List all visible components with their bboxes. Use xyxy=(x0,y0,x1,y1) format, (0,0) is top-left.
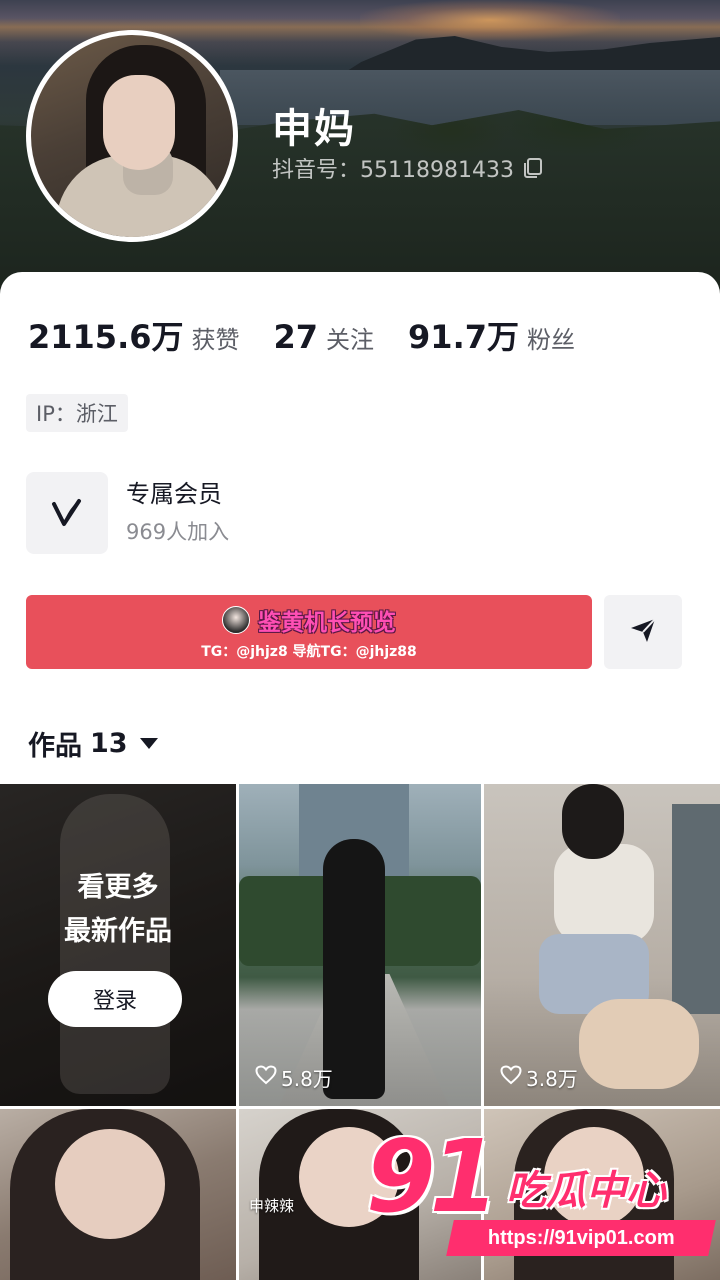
membership-entry[interactable]: 专属会员 969人加入 xyxy=(26,472,229,554)
watermark-logo-number: 91 xyxy=(366,1118,499,1235)
copy-icon[interactable] xyxy=(522,157,544,179)
send-icon xyxy=(628,615,658,649)
works-tile-locked[interactable]: 看更多 最新作品 登录 xyxy=(0,784,236,1106)
stat-followers[interactable]: 91.7万 粉丝 xyxy=(408,312,575,358)
login-button[interactable]: 登录 xyxy=(48,971,182,1027)
promo-line-2: 最新作品 xyxy=(64,916,172,947)
heart-icon xyxy=(255,1065,277,1090)
membership-v-icon xyxy=(26,472,108,554)
heart-icon xyxy=(500,1065,522,1090)
channel-avatar-icon xyxy=(222,606,250,634)
like-count: 3.8万 xyxy=(500,1063,578,1092)
share-button[interactable] xyxy=(604,595,682,669)
watermark-url: https://91vip01.com xyxy=(487,1226,675,1249)
profile-name: 申妈 xyxy=(272,106,356,152)
profile-card: 2115.6万 获赞 27 关注 91.7万 粉丝 IP：浙江 专属会员 969… xyxy=(0,272,720,784)
follow-button-title: 鉴黄机长预览 xyxy=(258,610,396,636)
membership-subtitle: 969人加入 xyxy=(126,520,230,544)
video-thumbnail[interactable]: 5.8万 xyxy=(239,784,481,1106)
stat-likes[interactable]: 2115.6万 获赞 xyxy=(28,312,240,358)
watermark-logo-text: 吃瓜中心 xyxy=(506,1168,666,1214)
site-watermark: 91 吃瓜中心 https://91vip01.com xyxy=(366,1118,716,1264)
tab-works[interactable]: 作品 13 xyxy=(28,724,158,763)
douyin-id-row[interactable]: 抖音号：55118981433 xyxy=(272,152,544,184)
video-thumbnail[interactable] xyxy=(0,1109,236,1280)
follow-button[interactable]: 鉴黄机长预览 TG：@jhjz8 导航TG：@jhjz88 xyxy=(26,595,592,669)
membership-title: 专属会员 xyxy=(126,480,222,508)
promo-line-1: 看更多 xyxy=(77,872,159,903)
ip-location-tag: IP：浙江 xyxy=(26,394,128,432)
stat-following[interactable]: 27 关注 xyxy=(274,318,375,356)
thumbnail-caption: 申辣辣 xyxy=(249,1197,295,1215)
stats-row: 2115.6万 获赞 27 关注 91.7万 粉丝 xyxy=(28,312,609,358)
caret-down-icon xyxy=(139,738,158,749)
video-thumbnail[interactable]: 3.8万 xyxy=(484,784,720,1106)
like-count: 5.8万 xyxy=(255,1063,333,1092)
follow-button-subtitle: TG：@jhjz8 导航TG：@jhjz88 xyxy=(201,644,417,660)
douyin-id: 抖音号：55118981433 xyxy=(272,158,514,183)
watermark-url-banner: https://91vip01.com xyxy=(446,1220,716,1256)
avatar[interactable] xyxy=(26,30,238,242)
